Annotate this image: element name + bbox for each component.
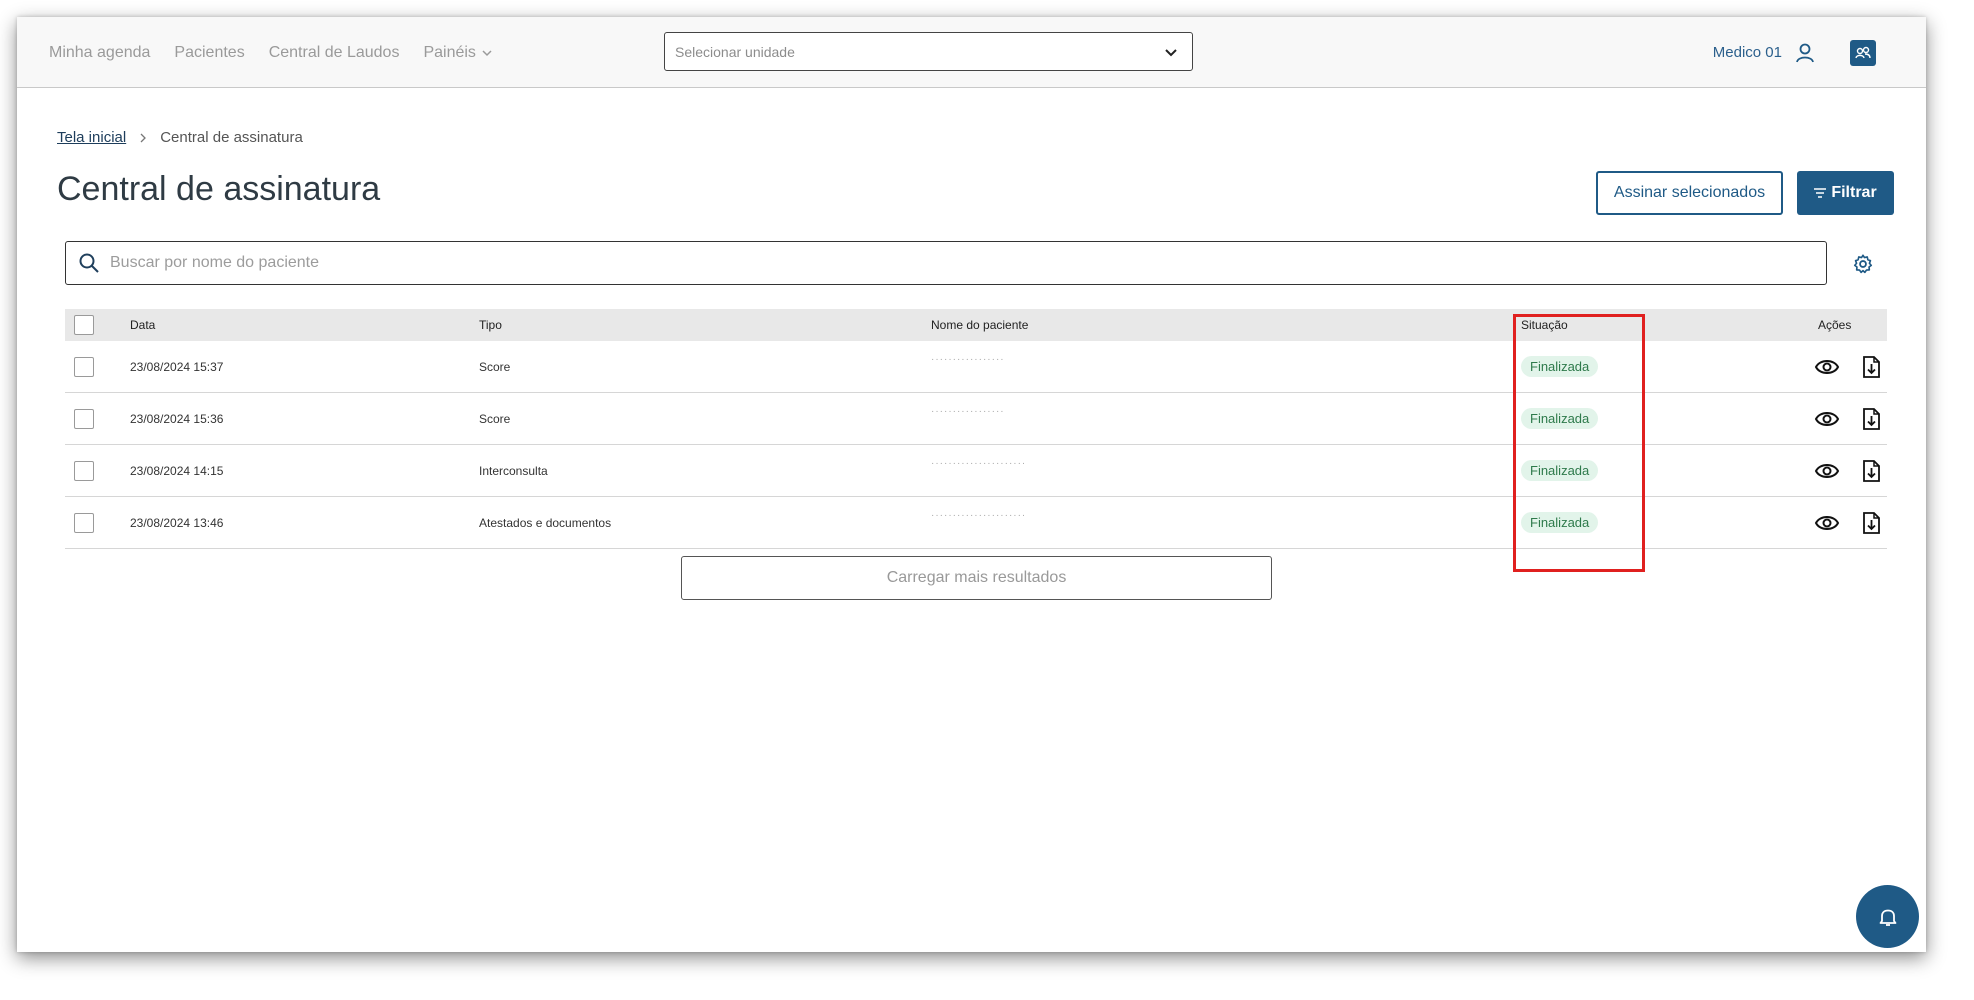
row-type: Atestados e documentos <box>479 515 612 530</box>
notifications-button[interactable] <box>1856 885 1919 948</box>
download-document-icon[interactable] <box>1858 510 1884 536</box>
row-date: 23/08/2024 13:46 <box>130 515 224 530</box>
row-type: Interconsulta <box>479 463 548 478</box>
download-document-icon[interactable] <box>1858 458 1884 484</box>
row-type: Score <box>479 359 511 374</box>
nav-item-agenda[interactable]: Minha agenda <box>49 44 150 62</box>
nav-item-pacientes[interactable]: Pacientes <box>174 44 244 62</box>
eye-icon[interactable] <box>1814 458 1840 484</box>
row-checkbox[interactable] <box>74 356 94 377</box>
user-area: Medico 01 <box>1713 17 1876 88</box>
filter-icon <box>1814 188 1827 198</box>
row-patient-name: ················· <box>931 406 1005 417</box>
row-checkbox[interactable] <box>74 408 94 429</box>
nav-item-central-laudos[interactable]: Central de Laudos <box>269 44 400 62</box>
status-column-highlight <box>1513 314 1645 572</box>
select-all-checkbox[interactable] <box>74 315 94 335</box>
load-more-button[interactable]: Carregar mais resultados <box>681 556 1272 600</box>
row-date: 23/08/2024 15:37 <box>130 359 224 374</box>
filter-button-label: Filtrar <box>1831 184 1877 201</box>
row-type: Score <box>479 411 511 426</box>
top-navigation-bar: Minha agenda Pacientes Central de Laudos… <box>17 17 1926 88</box>
user-icon[interactable] <box>1794 42 1816 64</box>
header-actions: Ações <box>1818 318 1852 332</box>
eye-icon[interactable] <box>1814 510 1840 536</box>
row-date: 23/08/2024 14:15 <box>130 463 224 478</box>
row-patient-name: ······················ <box>931 510 1027 521</box>
row-checkbox[interactable] <box>74 512 94 533</box>
search-box[interactable] <box>65 241 1827 285</box>
chevron-down-icon <box>1165 49 1177 57</box>
row-patient-name: ······················ <box>931 458 1027 469</box>
breadcrumb: Tela inicial Central de assinatura <box>57 129 303 146</box>
page-title: Central de assinatura <box>57 170 381 208</box>
header-date[interactable]: Data <box>130 309 155 341</box>
download-document-icon[interactable] <box>1858 354 1884 380</box>
row-date: 23/08/2024 15:36 <box>130 411 224 426</box>
header-type[interactable]: Tipo <box>479 309 502 341</box>
breadcrumb-home-link[interactable]: Tela inicial <box>57 129 126 146</box>
unit-select-placeholder: Selecionar unidade <box>675 43 795 60</box>
user-name[interactable]: Medico 01 <box>1713 44 1782 61</box>
download-document-icon[interactable] <box>1858 406 1884 432</box>
row-checkbox[interactable] <box>74 460 94 481</box>
row-patient-name: ················· <box>931 354 1005 365</box>
chevron-down-icon <box>482 49 492 56</box>
search-input[interactable] <box>110 254 1710 272</box>
sign-selected-button[interactable]: Assinar selecionados <box>1596 171 1783 215</box>
header-name[interactable]: Nome do paciente <box>931 309 1028 341</box>
unit-select[interactable]: Selecionar unidade <box>664 32 1193 71</box>
profile-button[interactable] <box>1850 39 1876 66</box>
search-icon <box>79 253 99 273</box>
breadcrumb-current: Central de assinatura <box>160 129 303 146</box>
eye-icon[interactable] <box>1814 406 1840 432</box>
filter-button[interactable]: Filtrar <box>1797 171 1894 215</box>
eye-icon[interactable] <box>1814 354 1840 380</box>
nav-item-paineis-label: Painéis <box>423 43 476 61</box>
chevron-right-icon <box>140 133 147 142</box>
bell-icon <box>1879 909 1896 926</box>
gear-icon[interactable] <box>1852 253 1874 275</box>
profile-icon <box>1855 46 1871 58</box>
app-window: Minha agenda Pacientes Central de Laudos… <box>17 17 1926 952</box>
main-nav: Minha agenda Pacientes Central de Laudos… <box>49 17 493 88</box>
nav-item-paineis[interactable]: Painéis <box>423 44 492 62</box>
